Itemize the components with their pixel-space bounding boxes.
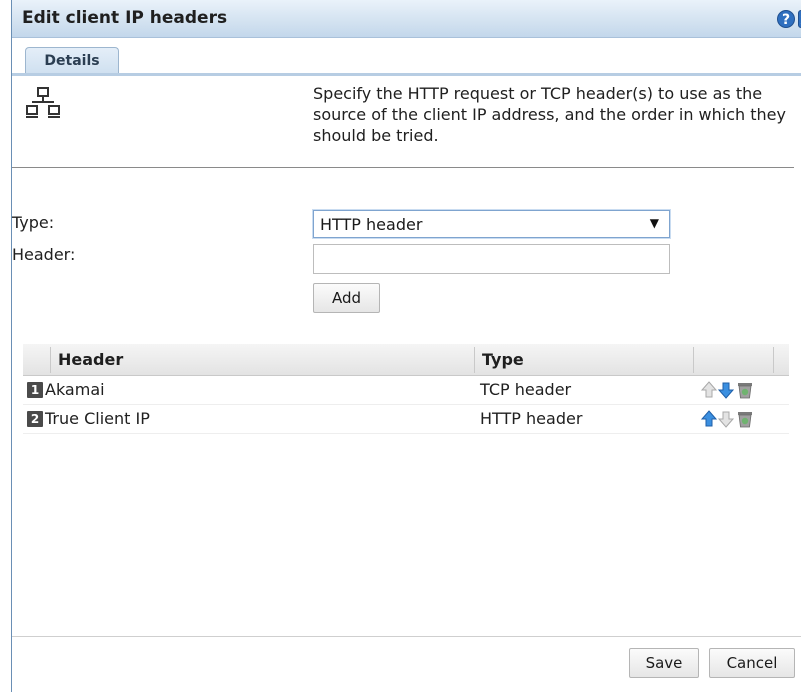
dropdown-arrow-icon: ▼ <box>649 216 659 230</box>
intro-text: Specify the HTTP request or TCP header(s… <box>313 84 786 145</box>
row-number: 2 <box>27 411 43 427</box>
header-input[interactable] <box>313 244 670 274</box>
edit-client-ip-headers-dialog: Edit client IP headers ? x Details Speci… <box>11 0 801 692</box>
type-select-value: HTTP header <box>320 215 423 234</box>
column-separator <box>474 347 475 373</box>
type-label: Type: <box>12 213 55 232</box>
table-header-row: Header Type <box>23 344 789 376</box>
headers-table: Header Type 1 Akamai TCP header 2 True C… <box>23 344 789 434</box>
delete-trash-icon[interactable] <box>735 380 755 400</box>
column-separator <box>693 347 694 373</box>
column-header-type[interactable]: Type <box>482 344 524 376</box>
help-icon[interactable]: ? <box>777 10 795 28</box>
tab-details[interactable]: Details <box>25 47 119 74</box>
dialog-title: Edit client IP headers <box>22 8 228 28</box>
move-down-arrow-icon[interactable] <box>716 380 736 400</box>
cancel-button[interactable]: Cancel <box>709 648 795 678</box>
column-header-header[interactable]: Header <box>58 344 123 376</box>
column-separator <box>773 347 774 373</box>
network-icon <box>26 87 60 118</box>
table-row[interactable]: 2 True Client IP HTTP header <box>23 405 789 434</box>
row-header-cell: True Client IP <box>45 409 150 428</box>
row-type-cell: HTTP header <box>480 409 583 428</box>
row-number: 1 <box>27 382 43 398</box>
header-label: Header: <box>12 245 76 264</box>
row-header-cell: Akamai <box>45 380 105 399</box>
column-separator <box>50 347 51 373</box>
tab-strip-border <box>12 73 801 76</box>
table-row[interactable]: 1 Akamai TCP header <box>23 376 789 405</box>
save-button[interactable]: Save <box>629 648 699 678</box>
section-divider <box>12 167 794 168</box>
add-button[interactable]: Add <box>313 283 380 313</box>
footer-divider <box>12 636 801 637</box>
move-down-arrow-icon[interactable] <box>716 409 736 429</box>
title-bar: Edit client IP headers ? x <box>12 0 801 38</box>
row-type-cell: TCP header <box>480 380 572 399</box>
delete-trash-icon[interactable] <box>735 409 755 429</box>
type-select[interactable]: HTTP header ▼ <box>313 210 670 238</box>
